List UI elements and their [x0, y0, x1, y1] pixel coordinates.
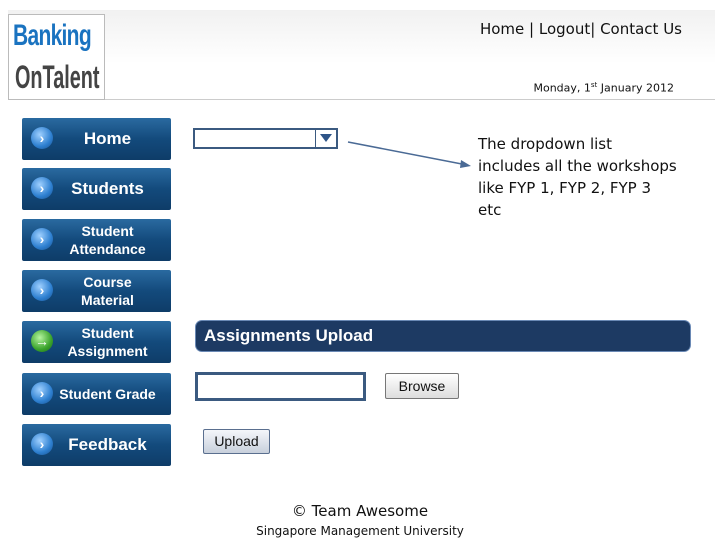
- home-link[interactable]: Home: [480, 20, 524, 38]
- footer-copyright: © Team Awesome: [291, 502, 429, 520]
- annotation-note: The dropdown list includes all the works…: [478, 135, 677, 219]
- header-divider: [8, 99, 715, 100]
- sidebar-item-label: Student Assignment: [67, 325, 148, 359]
- sidebar-item-label: Course Material: [81, 274, 134, 308]
- sidebar-item-student-attendance[interactable]: › Student Attendance: [22, 219, 171, 261]
- sidebar-item-course-material[interactable]: › Course Material: [22, 270, 171, 312]
- contact-us-link[interactable]: Contact Us: [600, 20, 682, 38]
- sidebar-item-label: Feedback: [68, 435, 147, 454]
- date: Monday, 1st January 2012: [533, 81, 674, 95]
- arrow-right-icon: ›: [31, 279, 53, 301]
- sidebar-item-students[interactable]: › Students: [22, 168, 171, 210]
- sidebar-item-student-assignment[interactable]: → Student Assignment: [22, 321, 171, 363]
- browse-button[interactable]: Browse: [385, 373, 459, 399]
- workshop-dropdown[interactable]: [193, 128, 338, 149]
- separator: |: [590, 20, 596, 38]
- arrow-right-icon: ›: [31, 127, 53, 149]
- sidebar-item-label: Students: [71, 179, 144, 198]
- top-links: Home | Logout| Contact Us: [480, 20, 682, 38]
- sidebar-item-label: Student Attendance: [69, 223, 146, 257]
- arrow-right-icon: ›: [31, 433, 53, 455]
- sidebar-item-student-grade[interactable]: › Student Grade: [22, 373, 171, 415]
- arrow-right-icon: ›: [31, 228, 53, 250]
- logo-text-bottom: OnTalent: [15, 59, 100, 95]
- annotation-arrow: [347, 141, 471, 168]
- chevron-down-icon[interactable]: [315, 130, 336, 147]
- sidebar-item-home[interactable]: › Home: [22, 118, 171, 160]
- upload-button[interactable]: Upload: [203, 429, 270, 454]
- sidebar-item-feedback[interactable]: › Feedback: [22, 424, 171, 466]
- file-path-input[interactable]: [195, 372, 366, 401]
- sidebar-item-label: Home: [83, 129, 132, 148]
- logo[interactable]: Banking OnTalent: [8, 14, 105, 100]
- separator: |: [529, 20, 535, 38]
- arrow-right-icon: ›: [31, 177, 53, 199]
- sidebar-item-label: Student Grade: [59, 386, 156, 402]
- section-title: Assignments Upload: [196, 321, 690, 351]
- logout-link[interactable]: Logout: [539, 20, 590, 38]
- arrow-right-green-icon: →: [31, 330, 53, 352]
- footer-org: Singapore Management University: [256, 524, 464, 538]
- logo-text-top: Banking: [13, 19, 92, 52]
- arrow-right-icon: ›: [31, 382, 53, 404]
